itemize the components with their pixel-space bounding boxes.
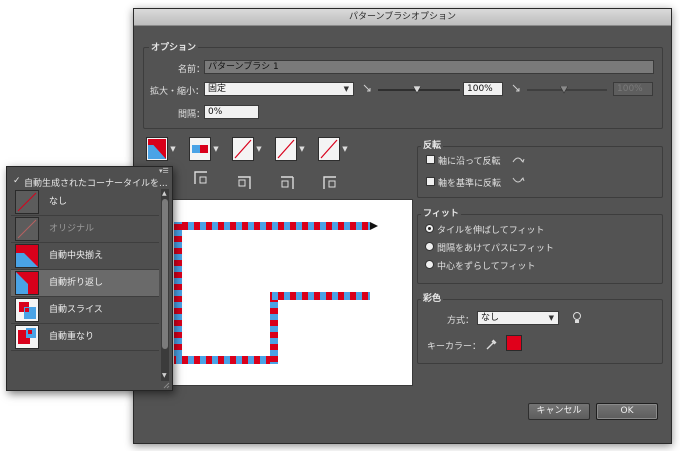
start-tile-icon bbox=[281, 176, 294, 189]
flip-along-icon bbox=[512, 157, 525, 163]
fit-stretch-radio[interactable] bbox=[425, 224, 434, 233]
list-item[interactable]: オリジナル bbox=[11, 216, 159, 243]
list-item-label: 自動重なり bbox=[49, 332, 95, 342]
chevron-down-icon[interactable]: ▼ bbox=[298, 137, 306, 161]
tile-pattern-icon bbox=[192, 145, 208, 153]
flip-group-label: 反転 bbox=[421, 138, 444, 151]
scale-percent2-field[interactable]: 100% bbox=[613, 82, 653, 96]
method-label: 方式： bbox=[447, 316, 475, 326]
fit-group-label: フィット bbox=[421, 206, 461, 219]
chevron-down-icon: ▼ bbox=[343, 85, 349, 93]
auto-centered-thumb bbox=[15, 244, 39, 268]
inner-corner-tile-button[interactable] bbox=[232, 137, 254, 161]
key-color-label: キーカラー： bbox=[427, 342, 482, 352]
list-item-selected[interactable]: 自動折り返し bbox=[11, 270, 159, 297]
name-field[interactable]: パターンブラシ 1 bbox=[204, 60, 654, 74]
cancel-button[interactable]: キャンセル bbox=[528, 403, 590, 420]
chevron-down-icon[interactable]: ▼ bbox=[341, 137, 349, 161]
min-scale-icon bbox=[363, 84, 371, 92]
chevron-down-icon[interactable]: ▼ bbox=[255, 137, 263, 161]
end-tile-button[interactable] bbox=[318, 137, 340, 161]
list-item-label: 自動スライス bbox=[49, 305, 103, 315]
pattern-brush-options-dialog: パターンブラシオプション オプション 名前： パターンブラシ 1 拡大・縮小： … bbox=[133, 8, 672, 444]
method-select[interactable]: なし ▼ bbox=[477, 311, 559, 325]
flip-across-icon bbox=[512, 177, 525, 183]
chevron-down-icon: ▼ bbox=[548, 314, 554, 322]
pattern-preview bbox=[169, 199, 413, 386]
list-item-label: オリジナル bbox=[49, 224, 95, 234]
tips-bulb-icon[interactable] bbox=[571, 311, 583, 325]
scale-slider-thumb[interactable] bbox=[413, 86, 421, 94]
preview-path bbox=[174, 222, 378, 364]
chevron-down-icon[interactable]: ▼ bbox=[212, 137, 220, 161]
check-icon: ✓ bbox=[13, 176, 21, 186]
flip-along-checkbox[interactable] bbox=[426, 155, 435, 164]
dialog-title: パターンブラシオプション bbox=[134, 9, 671, 26]
fit-space-label: 間隔をあけてパスにフィット bbox=[437, 244, 554, 254]
name-label: 名前： bbox=[178, 65, 206, 75]
popup-menu-icon[interactable]: ▾☰ bbox=[159, 167, 169, 175]
chevron-down-icon[interactable]: ▼ bbox=[169, 137, 177, 161]
fit-offset-label: 中心をずらしてフィット bbox=[437, 262, 536, 272]
scale-select[interactable]: 固定 ▼ bbox=[204, 82, 354, 96]
popup-scrollbar-thumb[interactable] bbox=[162, 199, 168, 349]
eyedropper-icon[interactable] bbox=[484, 337, 498, 351]
spacing-label: 間隔： bbox=[178, 110, 206, 120]
list-item[interactable]: 自動スライス bbox=[11, 297, 159, 324]
key-color-swatch[interactable] bbox=[506, 335, 522, 351]
outer-corner-tile-icon bbox=[194, 171, 207, 184]
none-tile-icon bbox=[320, 139, 338, 159]
resize-grip-icon[interactable] bbox=[162, 381, 170, 389]
none-tile-icon bbox=[234, 139, 252, 159]
colorization-group bbox=[417, 299, 663, 364]
inner-corner-tile-icon bbox=[238, 176, 251, 189]
scale-label: 拡大・縮小： bbox=[150, 87, 205, 97]
scale-slider2-thumb[interactable] bbox=[560, 86, 568, 94]
fit-space-radio[interactable] bbox=[425, 242, 434, 251]
scroll-down-icon[interactable]: ▼ bbox=[162, 372, 167, 379]
flip-across-checkbox[interactable] bbox=[426, 177, 435, 186]
end-tile-icon bbox=[323, 176, 336, 189]
scale-select-value: 固定 bbox=[208, 84, 227, 94]
original-thumb bbox=[15, 217, 39, 241]
list-item-label: 自動折り返し bbox=[49, 278, 104, 288]
side-tile-button[interactable] bbox=[146, 137, 168, 161]
ok-button[interactable]: OK bbox=[596, 403, 658, 420]
fit-offset-radio[interactable] bbox=[425, 260, 434, 269]
fit-stretch-label: タイルを伸ばしてフィット bbox=[437, 226, 545, 236]
tile-pattern-icon bbox=[148, 139, 166, 159]
none-thumb bbox=[15, 190, 39, 214]
corner-tile-popup: ✓ 自動生成されたコーナータイルを... ▾☰ なし オリジナル 自動中央揃え … bbox=[6, 166, 173, 391]
flip-across-label: 軸を基準に反転 bbox=[438, 179, 502, 189]
list-item-label: 自動中央揃え bbox=[49, 251, 104, 261]
auto-between-thumb bbox=[15, 271, 39, 295]
path-arrow-icon bbox=[370, 222, 378, 230]
list-item[interactable]: 自動重なり bbox=[11, 324, 159, 351]
max-scale-icon bbox=[512, 84, 520, 92]
list-item-label: なし bbox=[49, 197, 68, 207]
flip-along-label: 軸に沿って反転 bbox=[438, 157, 501, 167]
start-tile-button[interactable] bbox=[275, 137, 297, 161]
options-group-label: オプション bbox=[149, 40, 199, 53]
method-select-value: なし bbox=[481, 313, 500, 323]
auto-corner-label[interactable]: 自動生成されたコーナータイルを... bbox=[24, 176, 168, 189]
spacing-field[interactable]: 0% bbox=[204, 105, 259, 119]
outer-corner-tile-button[interactable] bbox=[189, 137, 211, 161]
scroll-up-icon[interactable]: ▲ bbox=[162, 190, 167, 197]
none-tile-icon bbox=[277, 139, 295, 159]
scale-percent-field[interactable]: 100% bbox=[463, 82, 503, 96]
auto-sliced-thumb bbox=[15, 298, 39, 322]
colorization-group-label: 彩色 bbox=[421, 291, 444, 304]
list-item[interactable]: なし bbox=[11, 189, 159, 216]
auto-overlap-thumb bbox=[15, 325, 39, 349]
list-item[interactable]: 自動中央揃え bbox=[11, 243, 159, 270]
